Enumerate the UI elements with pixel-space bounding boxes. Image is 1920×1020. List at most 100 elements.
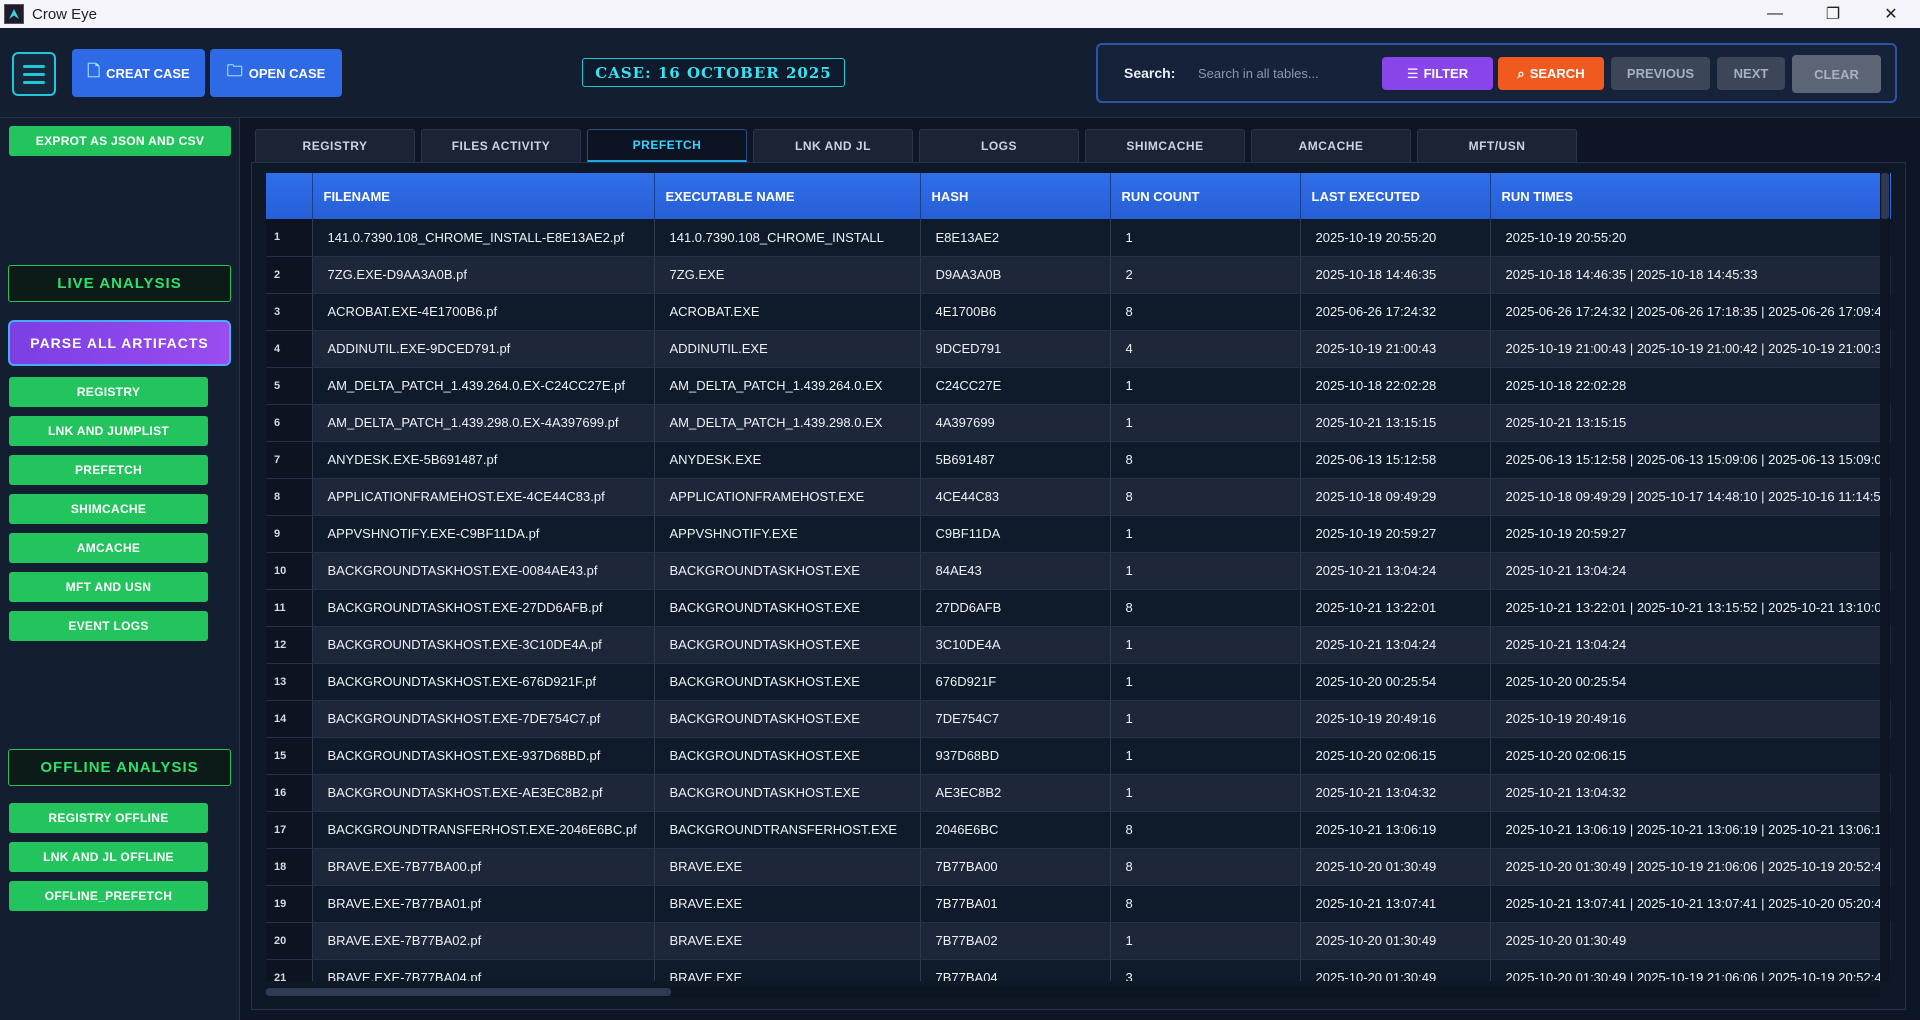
run-count-cell: 1 bbox=[1110, 663, 1301, 701]
last-executed-cell: 2025-10-21 13:04:24 bbox=[1300, 552, 1491, 590]
tab-amcache[interactable]: AMCACHE bbox=[1251, 129, 1411, 162]
sidebar-item-mft-usn[interactable]: MFT AND USN bbox=[9, 572, 208, 602]
run-times-cell: 2025-06-13 15:12:58 | 2025-06-13 15:09:0… bbox=[1490, 441, 1891, 479]
sidebar-item-prefetch[interactable]: PREFETCH bbox=[9, 455, 208, 485]
table-header-row: FILENAME EXECUTABLE NAME HASH RUN COUNT LAST… bbox=[266, 173, 1891, 219]
restore-icon[interactable]: ❐ bbox=[1804, 0, 1862, 28]
offline-analysis-title: OFFLINE ANALYSIS bbox=[8, 749, 231, 786]
hamburger-menu-icon[interactable] bbox=[12, 52, 56, 96]
minimize-icon[interactable]: — bbox=[1746, 0, 1804, 28]
tab-logs[interactable]: LOGS bbox=[919, 129, 1079, 162]
row-index: 15 bbox=[266, 737, 313, 775]
table-row[interactable]: 13 BACKGROUNDTASKHOST.EXE-676D921F.pf BACK… bbox=[266, 663, 1891, 701]
sidebar-item-lnk-jumplist[interactable]: LNK AND JUMPLIST bbox=[9, 416, 208, 446]
sidebar-item-event-logs[interactable]: EVENT LOGS bbox=[9, 611, 208, 641]
tab-lnk-jl[interactable]: LNK AND JL bbox=[753, 129, 913, 162]
run-times-cell: 2025-10-21 13:15:15 bbox=[1490, 404, 1891, 442]
prefetch-table: FILENAME EXECUTABLE NAME HASH RUN COUNT LAST… bbox=[266, 173, 1891, 981]
run-times-cell: 2025-10-20 01:30:49 | 2025-10-19 21:06:0… bbox=[1490, 848, 1891, 886]
run-times-cell: 2025-06-26 17:24:32 | 2025-06-26 17:18:3… bbox=[1490, 293, 1891, 331]
filter-label: FILTER bbox=[1423, 66, 1469, 81]
hash-cell: AE3EC8B2 bbox=[920, 774, 1111, 812]
table-row[interactable]: 3 ACROBAT.EXE-4E1700B6.pf ACROBAT.EXE 4E170… bbox=[266, 293, 1891, 331]
run-times-cell: 2025-10-20 01:30:49 bbox=[1490, 922, 1891, 960]
table-row[interactable]: 15 BACKGROUNDTASKHOST.EXE-937D68BD.pf BACK… bbox=[266, 737, 1891, 775]
table-row[interactable]: 21 BRAVE.EXE-7B77BA04.pf BRAVE.EXE 7B77BA04… bbox=[266, 959, 1891, 981]
table-row[interactable]: 9 APPVSHNOTIFY.EXE-C9BF11DA.pf APPVSHNOTIF… bbox=[266, 515, 1891, 553]
table-row[interactable]: 5 AM_DELTA_PATCH_1.439.264.0.EX-C24CC27E.… bbox=[266, 367, 1891, 405]
sidebar-item-shimcache[interactable]: SHIMCACHE bbox=[9, 494, 208, 524]
table-row[interactable]: 4 ADDINUTIL.EXE-9DCED791.pf ADDINUTIL.EXE 9… bbox=[266, 330, 1891, 368]
horizontal-scrollbar[interactable] bbox=[266, 987, 1880, 997]
vertical-scrollbar[interactable] bbox=[1880, 173, 1890, 981]
search-input[interactable] bbox=[1198, 57, 1408, 89]
filename-cell: BACKGROUNDTASKHOST.EXE-676D921F.pf bbox=[312, 663, 655, 701]
hash-column-header[interactable]: HASH bbox=[920, 173, 1111, 219]
executable-name-cell: BRAVE.EXE bbox=[654, 885, 921, 923]
sidebar-item-lnk-jl-offline[interactable]: LNK AND JL OFFLINE bbox=[9, 842, 208, 872]
sidebar-item-registry[interactable]: REGISTRY bbox=[9, 377, 208, 407]
row-index: 11 bbox=[266, 589, 313, 627]
tab-shimcache[interactable]: SHIMCACHE bbox=[1085, 129, 1245, 162]
table-row[interactable]: 17 BACKGROUNDTRANSFERHOST.EXE-2046E6BC.pf… bbox=[266, 811, 1891, 849]
next-button[interactable]: NEXT bbox=[1717, 57, 1785, 90]
run-count-cell: 8 bbox=[1110, 848, 1301, 886]
row-index: 6 bbox=[266, 404, 313, 442]
table-row[interactable]: 20 BRAVE.EXE-7B77BA02.pf BRAVE.EXE 7B77BA02… bbox=[266, 922, 1891, 960]
parse-all-artifacts-button[interactable]: PARSE ALL ARTIFACTS bbox=[8, 320, 231, 366]
table-row[interactable]: 6 AM_DELTA_PATCH_1.439.298.0.EX-4A397699.… bbox=[266, 404, 1891, 442]
clear-button[interactable]: CLEAR bbox=[1792, 55, 1881, 93]
filename-cell: BRAVE.EXE-7B77BA01.pf bbox=[312, 885, 655, 923]
vertical-scroll-thumb[interactable] bbox=[1881, 173, 1889, 219]
hash-cell: D9AA3A0B bbox=[920, 256, 1111, 294]
previous-button[interactable]: PREVIOUS bbox=[1611, 57, 1710, 90]
row-index: 14 bbox=[266, 700, 313, 738]
hash-cell: 7B77BA04 bbox=[920, 959, 1111, 981]
table-row[interactable]: 1 141.0.7390.108_CHROME_INSTALL-E8E13AE2.… bbox=[266, 219, 1891, 257]
open-case-button[interactable]: 🗀 OPEN CASE bbox=[210, 49, 342, 97]
last-executed-cell: 2025-10-18 22:02:28 bbox=[1300, 367, 1491, 405]
table-row[interactable]: 2 7ZG.EXE-D9AA3A0B.pf 7ZG.EXE D9AA3A0B 2 2025… bbox=[266, 256, 1891, 294]
create-case-button[interactable]: 🗋 CREAT CASE bbox=[72, 49, 205, 97]
close-icon[interactable]: ✕ bbox=[1862, 0, 1920, 28]
table-row[interactable]: 14 BACKGROUNDTASKHOST.EXE-7DE754C7.pf BACK… bbox=[266, 700, 1891, 738]
folder-icon: 🗀 bbox=[226, 62, 243, 80]
tab-files-activity[interactable]: FILES ACTIVITY bbox=[421, 129, 581, 162]
run-times-cell: 2025-10-21 13:22:01 | 2025-10-21 13:15:5… bbox=[1490, 589, 1891, 627]
index-column-header[interactable] bbox=[266, 173, 313, 219]
run-times-cell: 2025-10-21 13:04:24 bbox=[1490, 552, 1891, 590]
row-index: 16 bbox=[266, 774, 313, 812]
executable-name-cell: BRAVE.EXE bbox=[654, 848, 921, 886]
table-row[interactable]: 7 ANYDESK.EXE-5B691487.pf ANYDESK.EXE 5B691… bbox=[266, 441, 1891, 479]
executable-name-cell: ADDINUTIL.EXE bbox=[654, 330, 921, 368]
table-row[interactable]: 18 BRAVE.EXE-7B77BA00.pf BRAVE.EXE 7B77BA00… bbox=[266, 848, 1891, 886]
last-executed-cell: 2025-10-20 02:06:15 bbox=[1300, 737, 1491, 775]
table-row[interactable]: 12 BACKGROUNDTASKHOST.EXE-3C10DE4A.pf BACK… bbox=[266, 626, 1891, 664]
filename-cell: 141.0.7390.108_CHROME_INSTALL-E8E13AE2.p… bbox=[312, 219, 655, 257]
table-row[interactable]: 16 BACKGROUNDTASKHOST.EXE-AE3EC8B2.pf BACK… bbox=[266, 774, 1891, 812]
table-row[interactable]: 19 BRAVE.EXE-7B77BA01.pf BRAVE.EXE 7B77BA01… bbox=[266, 885, 1891, 923]
sidebar-item-offline-prefetch[interactable]: OFFLINE_PREFETCH bbox=[9, 881, 208, 911]
filter-button[interactable]: ☰ FILTER bbox=[1382, 57, 1493, 90]
table-row[interactable]: 8 APPLICATIONFRAMEHOST.EXE-4CE44C83.pf APP… bbox=[266, 478, 1891, 516]
tab-mft-usn[interactable]: MFT/USN bbox=[1417, 129, 1577, 162]
table-row[interactable]: 10 BACKGROUNDTASKHOST.EXE-0084AE43.pf BACK… bbox=[266, 552, 1891, 590]
run-times-column-header[interactable]: RUN TIMES bbox=[1490, 173, 1891, 219]
run-count-column-header[interactable]: RUN COUNT bbox=[1110, 173, 1301, 219]
last-executed-column-header[interactable]: LAST EXECUTED bbox=[1300, 173, 1491, 219]
row-index: 18 bbox=[266, 848, 313, 886]
table-row[interactable]: 11 BACKGROUNDTASKHOST.EXE-27DD6AFB.pf BACK… bbox=[266, 589, 1891, 627]
search-button[interactable]: ⌕ SEARCH bbox=[1498, 57, 1604, 90]
executable-name-column-header[interactable]: EXECUTABLE NAME bbox=[654, 173, 921, 219]
tab-registry[interactable]: REGISTRY bbox=[255, 129, 415, 162]
horizontal-scroll-thumb[interactable] bbox=[266, 988, 671, 996]
last-executed-cell: 2025-10-21 13:15:15 bbox=[1300, 404, 1491, 442]
filename-column-header[interactable]: FILENAME bbox=[312, 173, 655, 219]
tab-prefetch[interactable]: PREFETCH bbox=[587, 129, 747, 162]
run-times-cell: 2025-10-21 13:04:24 bbox=[1490, 626, 1891, 664]
hash-cell: 7B77BA00 bbox=[920, 848, 1111, 886]
export-json-csv-button[interactable]: EXPROT AS JSON AND CSV bbox=[9, 126, 231, 156]
sidebar-item-amcache[interactable]: AMCACHE bbox=[9, 533, 208, 563]
run-times-cell: 2025-10-18 09:49:29 | 2025-10-17 14:48:1… bbox=[1490, 478, 1891, 516]
sidebar-item-registry-offline[interactable]: REGISTRY OFFLINE bbox=[9, 803, 208, 833]
